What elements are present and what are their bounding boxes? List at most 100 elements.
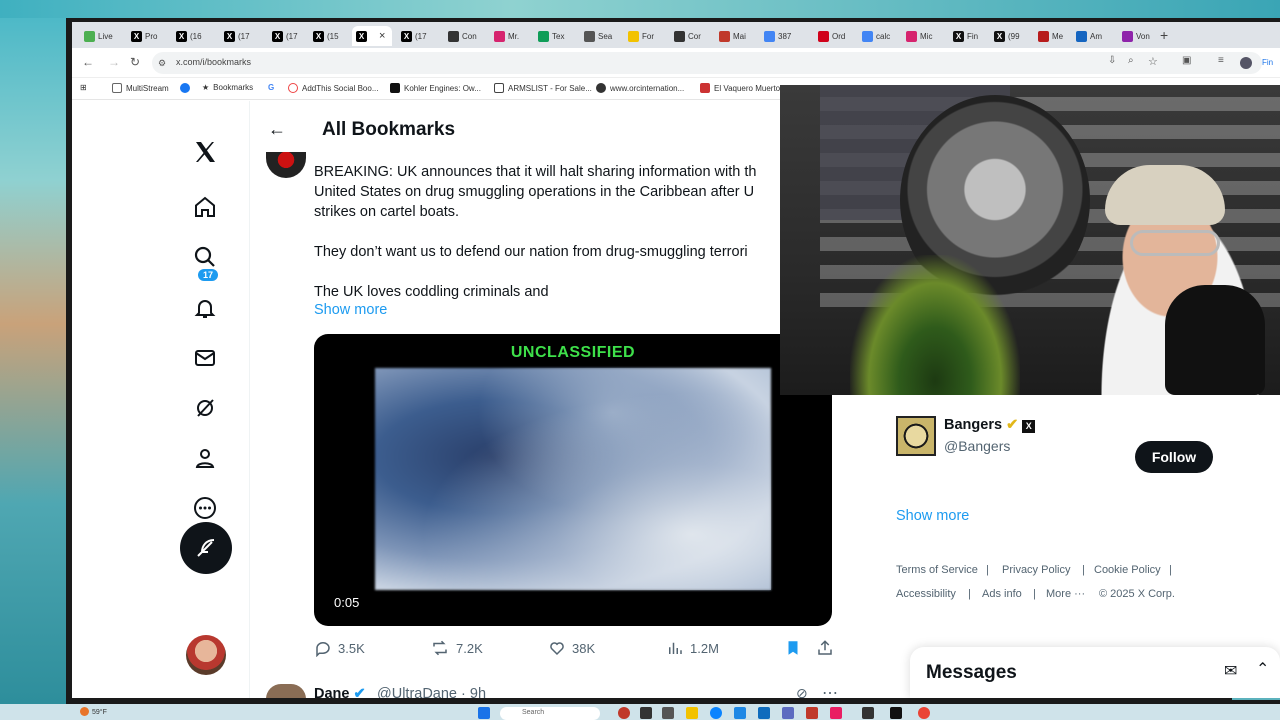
- close-tab-icon[interactable]: ×: [379, 30, 385, 42]
- browser-tab[interactable]: X (17: [268, 26, 308, 46]
- more-icon[interactable]: [190, 493, 220, 523]
- bookmark-button[interactable]: [784, 639, 802, 657]
- avatar[interactable]: [186, 635, 226, 675]
- app-icon[interactable]: [830, 707, 842, 719]
- site-info-icon[interactable]: ⚙: [158, 58, 166, 69]
- browser-tab[interactable]: Tex: [534, 26, 574, 46]
- bookmark-item[interactable]: El Vaquero Muerto: [700, 83, 780, 93]
- like-button[interactable]: 38K: [548, 639, 595, 657]
- repost-button[interactable]: 7.2K: [430, 639, 483, 657]
- grok-icon[interactable]: [190, 393, 220, 423]
- browser-tab[interactable]: X Fin: [949, 26, 989, 46]
- search-icon[interactable]: [190, 242, 220, 272]
- browser-tab[interactable]: Live: [80, 26, 120, 46]
- footer-link[interactable]: Accessibility: [896, 588, 956, 600]
- post-author-avatar[interactable]: [266, 152, 306, 178]
- home-icon[interactable]: [190, 192, 220, 222]
- browser-tab[interactable]: X (17: [220, 26, 260, 46]
- browser-tab[interactable]: 387: [760, 26, 800, 46]
- browser-tab[interactable]: X (16: [172, 26, 212, 46]
- grok-icon[interactable]: ⊘: [796, 685, 808, 698]
- share-button[interactable]: [816, 639, 834, 657]
- browser-tab[interactable]: X ×: [352, 26, 392, 46]
- sidepanel-icon[interactable]: ▣: [1182, 55, 1191, 66]
- extensions-icon[interactable]: ≡: [1218, 55, 1224, 66]
- browser-tab[interactable]: X (15: [309, 26, 349, 46]
- next-post[interactable]: Dane ✔ @UltraDane · 9h ⊘ ⋯: [266, 681, 846, 698]
- zoom-icon[interactable]: ⌕: [1128, 55, 1134, 66]
- taskbar-search[interactable]: Search: [500, 707, 600, 720]
- weather-icon[interactable]: [80, 707, 89, 716]
- follow-button[interactable]: Follow: [1135, 441, 1213, 473]
- footer-link[interactable]: Ads info: [982, 588, 1022, 600]
- browser-tab[interactable]: For: [624, 26, 664, 46]
- browser-tab[interactable]: X Pro: [127, 26, 167, 46]
- start-icon[interactable]: [478, 707, 490, 719]
- install-icon[interactable]: ⇩: [1108, 55, 1116, 66]
- browser-tab[interactable]: Me: [1034, 26, 1074, 46]
- app-icon[interactable]: [862, 707, 874, 719]
- bookmark-star-icon[interactable]: ☆: [1148, 55, 1158, 68]
- browser-tab[interactable]: Cor: [670, 26, 710, 46]
- bell-icon[interactable]: [190, 293, 220, 323]
- back-arrow-icon[interactable]: ←: [82, 55, 94, 69]
- x-logo-icon[interactable]: [190, 137, 220, 167]
- footer-link[interactable]: Terms of Service: [896, 564, 978, 576]
- more-options-icon[interactable]: ⋯: [822, 683, 838, 698]
- bookmark-item[interactable]: ARMSLIST - For Sale...: [494, 83, 592, 93]
- footer-link[interactable]: More ···: [1046, 588, 1085, 600]
- browser-tab[interactable]: X (17: [397, 26, 437, 46]
- chevron-up-icon[interactable]: ⌃: [1256, 659, 1269, 679]
- profile-icon[interactable]: [190, 443, 220, 473]
- bookmark-item[interactable]: MultiStream: [112, 83, 169, 93]
- app-icon[interactable]: [640, 707, 652, 719]
- account-name[interactable]: Bangers ✔ X: [944, 417, 1036, 433]
- post-video[interactable]: UNCLASSIFIED 0:05: [314, 334, 832, 626]
- outlook-icon[interactable]: [758, 707, 770, 719]
- reload-icon[interactable]: ↻: [130, 55, 140, 69]
- app-icon[interactable]: [618, 707, 630, 719]
- task-view-icon[interactable]: [662, 707, 674, 719]
- app-icon[interactable]: [806, 707, 818, 719]
- avatar[interactable]: [896, 416, 936, 456]
- mail-icon[interactable]: [190, 343, 220, 373]
- url-text[interactable]: x.com/i/bookmarks: [176, 57, 251, 67]
- show-more-link[interactable]: Show more: [314, 302, 387, 318]
- facebook-icon[interactable]: [180, 83, 190, 93]
- apps-grid-icon[interactable]: ⊞: [80, 83, 87, 92]
- profile-avatar[interactable]: [1240, 57, 1252, 69]
- bookmark-item[interactable]: ★ Bookmarks: [202, 83, 253, 92]
- new-message-icon[interactable]: ✉: [1224, 661, 1237, 681]
- views-button[interactable]: 1.2M: [666, 639, 719, 657]
- browser-tab[interactable]: Von: [1118, 26, 1158, 46]
- messages-drawer[interactable]: Messages ✉ ⌃: [910, 647, 1280, 698]
- profile-label[interactable]: Fin: [1262, 58, 1273, 67]
- show-more-link[interactable]: Show more: [896, 508, 969, 524]
- browser-tab[interactable]: calc: [858, 26, 898, 46]
- footer-link[interactable]: Privacy Policy: [1002, 564, 1070, 576]
- edge-icon[interactable]: [710, 707, 722, 719]
- avatar[interactable]: [266, 684, 306, 698]
- url-field[interactable]: [152, 52, 1262, 74]
- reply-button[interactable]: 3.5K: [314, 639, 365, 657]
- bookmark-item[interactable]: Kohler Engines: Ow...: [390, 83, 481, 93]
- file-explorer-icon[interactable]: [686, 707, 698, 719]
- back-arrow-icon[interactable]: ←: [268, 119, 286, 140]
- chrome-icon[interactable]: [918, 707, 930, 719]
- browser-tab[interactable]: X (99: [990, 26, 1030, 46]
- browser-tab[interactable]: Ord: [814, 26, 854, 46]
- browser-tab[interactable]: Mai: [715, 26, 755, 46]
- new-tab-button[interactable]: +: [1160, 27, 1168, 43]
- bookmark-item[interactable]: AddThis Social Boo...: [288, 83, 378, 93]
- browser-tab[interactable]: Mr.: [490, 26, 530, 46]
- browser-tab[interactable]: Mic: [902, 26, 942, 46]
- browser-tab[interactable]: Con: [444, 26, 484, 46]
- bookmark-item[interactable]: www.orcinternation...: [596, 83, 684, 93]
- app-icon[interactable]: [734, 707, 746, 719]
- browser-tab[interactable]: Am: [1072, 26, 1112, 46]
- footer-link[interactable]: Cookie Policy: [1094, 564, 1161, 576]
- x-app-icon[interactable]: [890, 707, 902, 719]
- author-name[interactable]: Dane ✔: [314, 686, 366, 698]
- forward-arrow-icon[interactable]: →: [108, 55, 120, 69]
- weather-text[interactable]: 59°F: [92, 709, 107, 716]
